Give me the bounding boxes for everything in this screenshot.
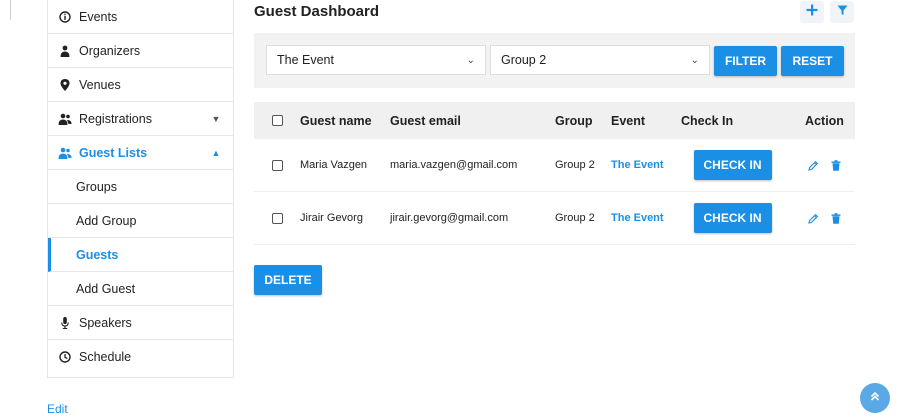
sidebar-item-label: Add Group: [76, 213, 137, 228]
chevron-down-icon: ⌄: [690, 54, 699, 66]
double-chevron-up-icon: [869, 389, 881, 407]
sidebar-item-add-group[interactable]: Add Group: [48, 204, 233, 238]
scroll-to-top-button[interactable]: [860, 383, 890, 413]
column-header-guest-email: Guest email: [390, 113, 461, 128]
add-guest-button[interactable]: [800, 1, 824, 23]
select-all-checkbox[interactable]: [271, 115, 283, 126]
row-actions: [794, 212, 855, 224]
left-edge-divider: [10, 0, 11, 20]
users-icon: [58, 113, 72, 125]
trash-icon[interactable]: [830, 159, 842, 171]
guest-email: maria.vazgen@gmail.com: [390, 159, 518, 171]
sidebar-item-groups[interactable]: Groups: [48, 170, 233, 204]
delete-button[interactable]: DELETE: [254, 265, 322, 295]
sidebar-item-label: Events: [79, 9, 118, 24]
column-header-guest-name: Guest name: [300, 113, 372, 128]
sidebar-item-label: Guests: [76, 247, 119, 262]
select-all-cell: [254, 115, 300, 126]
caret-up-icon: ▲: [211, 147, 221, 158]
clock-icon: [58, 351, 72, 363]
sidebar-item-speakers[interactable]: Speakers: [48, 306, 233, 340]
guest-name: Maria Vazgen: [300, 159, 368, 171]
sidebar-item-guest-lists[interactable]: Guest Lists ▲: [48, 136, 233, 170]
filter-button[interactable]: FILTER: [714, 46, 777, 76]
caret-down-icon: ▼: [211, 113, 221, 124]
sidebar-item-label: Registrations: [79, 111, 152, 126]
table-row: Maria Vazgen maria.vazgen@gmail.com Grou…: [254, 139, 855, 192]
page-title: Guest Dashboard: [254, 3, 380, 20]
guest-name: Jirair Gevorg: [300, 212, 363, 224]
column-header-group: Group: [555, 113, 593, 128]
sidebar-item-label: Add Guest: [76, 281, 136, 296]
info-circle-icon: [58, 10, 72, 23]
sidebar-item-organizers[interactable]: Organizers: [48, 34, 233, 68]
guest-group: Group 2: [555, 212, 595, 224]
table-header: Guest name Guest email Group Event Check…: [254, 102, 855, 139]
guest-group: Group 2: [555, 159, 595, 171]
edit-pencil-icon[interactable]: [808, 159, 820, 171]
users-icon: [58, 147, 72, 159]
edit-pencil-icon[interactable]: [808, 212, 820, 224]
row-actions: [794, 159, 855, 171]
sidebar-item-registrations[interactable]: Registrations ▼: [48, 102, 233, 136]
sidebar-item-label: Organizers: [79, 43, 141, 58]
event-link[interactable]: The Event: [611, 159, 664, 171]
event-select[interactable]: The Event ⌄: [266, 45, 486, 75]
column-header-event: Event: [611, 113, 646, 128]
check-in-button[interactable]: CHECK IN: [693, 150, 772, 180]
event-select-value: The Event: [277, 53, 334, 67]
sidebar-item-label: Venues: [79, 77, 121, 92]
edit-link[interactable]: Edit: [47, 402, 68, 416]
sidebar-item-schedule[interactable]: Schedule: [48, 340, 233, 374]
check-in-button[interactable]: CHECK IN: [693, 203, 772, 233]
sidebar-item-venues[interactable]: Venues: [48, 68, 233, 102]
guest-table: Guest name Guest email Group Event Check…: [254, 102, 855, 245]
group-select-value: Group 2: [501, 53, 547, 67]
sidebar-item-add-guest[interactable]: Add Guest: [48, 272, 233, 306]
microphone-icon: [58, 316, 72, 329]
user-tie-icon: [58, 45, 72, 57]
column-header-check-in: Check In: [681, 113, 734, 128]
plus-icon: [806, 3, 818, 21]
sidebar-item-label: Guest Lists: [79, 145, 148, 160]
sidebar-item-label: Speakers: [79, 315, 132, 330]
trash-icon[interactable]: [830, 212, 842, 224]
row-check-cell: [254, 159, 300, 171]
guest-email: jirair.gevorg@gmail.com: [390, 212, 509, 224]
filter-toggle-button[interactable]: [830, 1, 854, 23]
reset-button[interactable]: RESET: [781, 46, 844, 76]
row-checkbox[interactable]: [271, 159, 283, 171]
map-pin-icon: [58, 78, 72, 91]
sidebar-item-label: Groups: [76, 179, 117, 194]
row-check-cell: [254, 212, 300, 224]
sidebar-item-guests[interactable]: Guests: [48, 238, 233, 272]
sidebar-item-events[interactable]: Events: [48, 0, 233, 34]
row-checkbox[interactable]: [271, 212, 283, 224]
event-link[interactable]: The Event: [611, 212, 664, 224]
funnel-icon: [837, 3, 848, 21]
group-select[interactable]: Group 2 ⌄: [490, 45, 710, 75]
sidebar-item-label: Schedule: [79, 350, 132, 364]
sidebar: Events Organizers Venues Registrations ▼…: [47, 0, 234, 378]
chevron-down-icon: ⌄: [466, 54, 475, 66]
column-header-action: Action: [805, 113, 844, 128]
table-row: Jirair Gevorg jirair.gevorg@gmail.com Gr…: [254, 192, 855, 245]
